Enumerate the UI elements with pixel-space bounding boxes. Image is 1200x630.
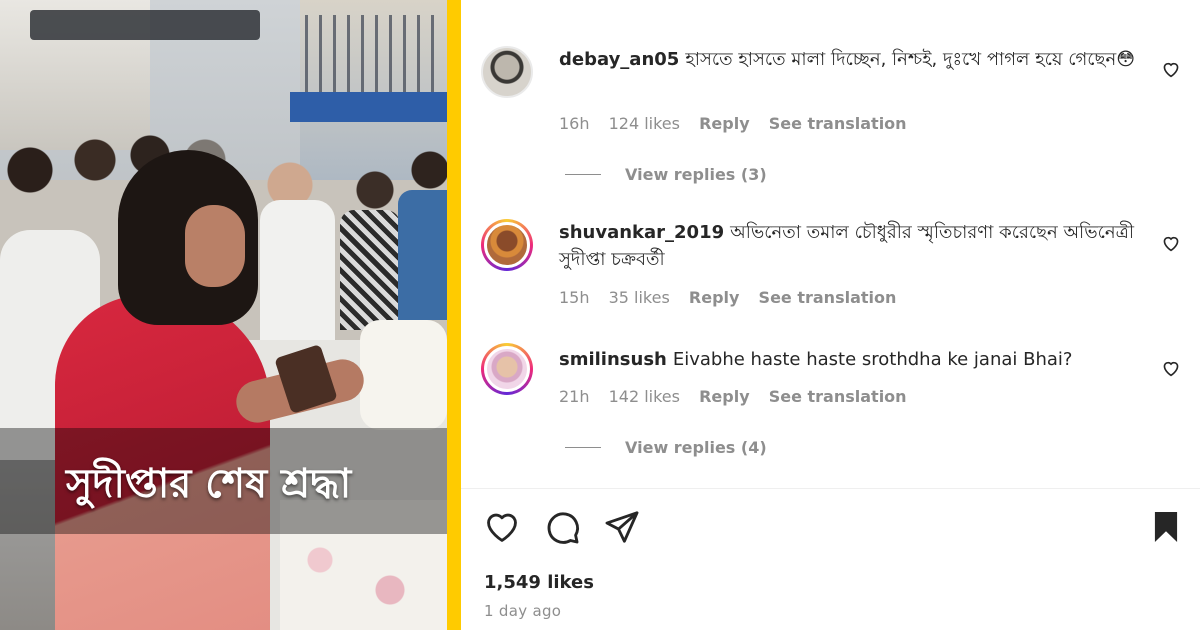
comment-item: shuvankar_2019 অভিনেতা তমাল চৌধুরীর স্মৃত… — [481, 219, 1181, 319]
comment-username[interactable]: shuvankar_2019 — [559, 222, 724, 243]
bookmark-filled-icon[interactable] — [1147, 508, 1185, 546]
comment-text: Eivabhe haste haste srothdha ke janai Bh… — [672, 349, 1073, 370]
view-replies-label: View replies (4) — [625, 438, 767, 457]
person-white-shirt-middle — [260, 200, 335, 350]
comment-likes[interactable]: 124 likes — [609, 114, 680, 133]
post-video[interactable]: সুদীপ্তার শেষ শ্রদ্ধা — [0, 0, 447, 630]
background-gate — [30, 10, 260, 40]
comment-time: 15h — [559, 288, 590, 307]
replies-line — [565, 174, 601, 175]
post-timestamp: 1 day ago — [484, 602, 562, 620]
comment-time: 16h — [559, 114, 590, 133]
heart-icon[interactable] — [1161, 60, 1181, 78]
person-checked-shirt — [340, 210, 400, 330]
reply-button[interactable]: Reply — [699, 114, 750, 133]
avatar[interactable] — [481, 46, 533, 98]
video-caption: সুদীপ্তার শেষ শ্রদ্ধা — [66, 460, 352, 507]
comment-meta: 15h 35 likes Reply See translation — [559, 288, 910, 307]
avatar-story-ring[interactable] — [481, 219, 533, 271]
woman-face — [185, 205, 245, 287]
comment-body: smilinsush Eivabhe haste haste srothdha k… — [559, 346, 1159, 373]
replies-line — [565, 447, 601, 448]
comment-likes[interactable]: 35 likes — [609, 288, 670, 307]
flower-bouquet — [360, 320, 447, 430]
comment-time: 21h — [559, 387, 590, 406]
background-awning — [290, 92, 447, 122]
comment-meta: 16h 124 likes Reply See translation — [559, 114, 921, 133]
view-replies-button[interactable]: View replies (4) — [565, 438, 767, 457]
post-action-bar — [483, 508, 1183, 548]
post-likes-count[interactable]: 1,549 likes — [484, 572, 594, 593]
view-replies-label: View replies (3) — [625, 165, 767, 184]
heart-icon[interactable] — [1161, 359, 1181, 377]
comment-bubble-icon[interactable] — [543, 508, 581, 546]
reply-button[interactable]: Reply — [699, 387, 750, 406]
person-blue-shirt — [398, 190, 447, 320]
reply-button[interactable]: Reply — [689, 288, 740, 307]
avatar-story-ring[interactable] — [481, 343, 533, 395]
comments-panel: debay_an05 হাসতে হাসতে মালা দিচ্ছেন, নিশ্… — [461, 0, 1200, 630]
see-translation-link[interactable]: See translation — [769, 114, 907, 133]
comment-meta: 21h 142 likes Reply See translation — [559, 387, 921, 406]
comment-username[interactable]: debay_an05 — [559, 49, 679, 70]
heart-icon[interactable] — [483, 508, 521, 546]
comment-item: smilinsush Eivabhe haste haste srothdha k… — [481, 343, 1181, 423]
see-translation-link[interactable]: See translation — [769, 387, 907, 406]
section-divider — [461, 488, 1200, 489]
see-translation-link[interactable]: See translation — [759, 288, 897, 307]
view-replies-button[interactable]: View replies (3) — [565, 165, 767, 184]
comment-body: debay_an05 হাসতে হাসতে মালা দিচ্ছেন, নিশ্… — [559, 46, 1159, 73]
accent-divider — [447, 0, 461, 630]
comment-body: shuvankar_2019 অভিনেতা তমাল চৌধুরীর স্মৃত… — [559, 219, 1159, 273]
avatar — [484, 222, 530, 268]
avatar — [484, 346, 530, 392]
comment-text: হাসতে হাসতে মালা দিচ্ছেন, নিশ্চই, দুঃখে … — [685, 49, 1135, 70]
comment-likes[interactable]: 142 likes — [609, 387, 680, 406]
paper-plane-icon[interactable] — [603, 508, 641, 546]
heart-icon[interactable] — [1161, 234, 1181, 252]
comment-username[interactable]: smilinsush — [559, 349, 667, 370]
